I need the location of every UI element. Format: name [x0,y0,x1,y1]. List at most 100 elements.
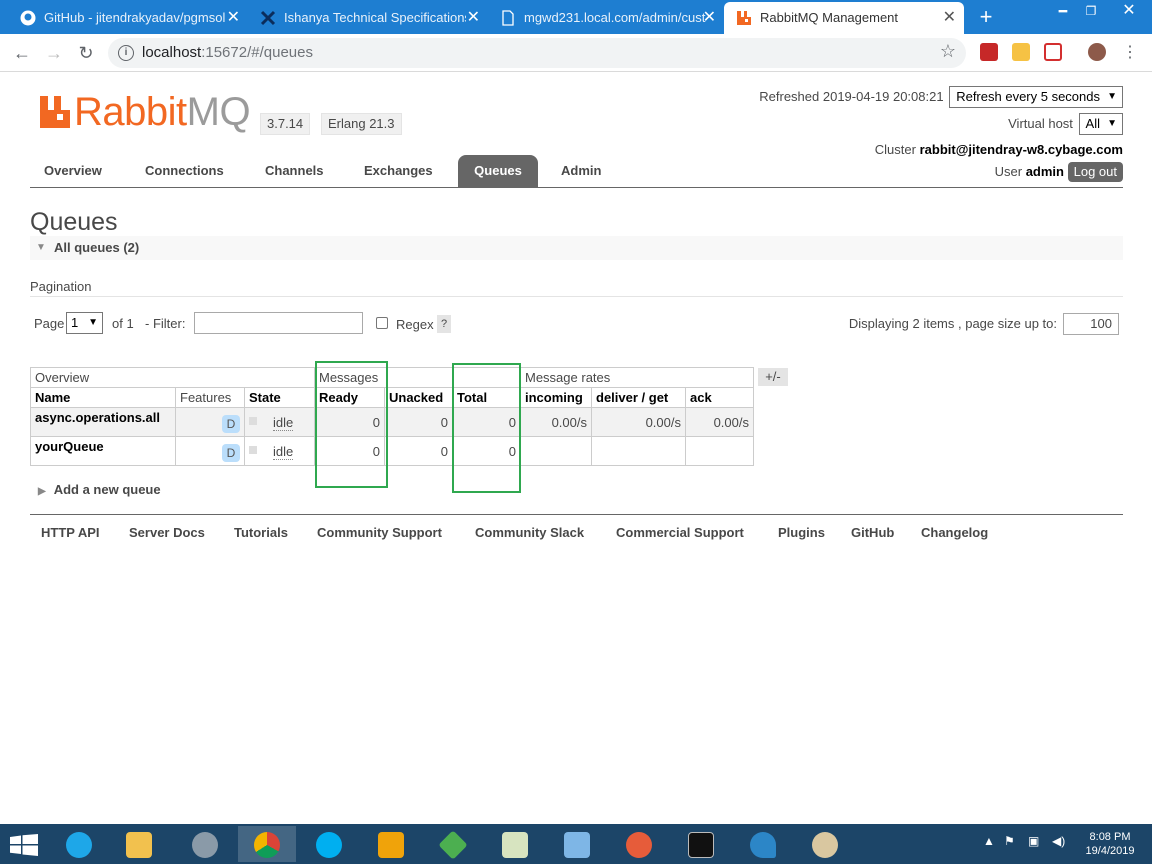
forward-icon[interactable]: → [42,41,66,65]
taskbar-settings[interactable] [176,826,234,862]
triangle-right-icon: ▶ [38,486,46,497]
footer-link-http-api[interactable]: HTTP API [41,525,100,540]
taskbar-tools[interactable] [610,826,668,862]
taskbar-virtualbox[interactable] [548,826,606,862]
footer-link-tutorials[interactable]: Tutorials [234,525,288,540]
profile-avatar[interactable] [1088,43,1106,61]
state-text: idle [273,443,294,460]
taskbar-notepad[interactable] [486,826,544,862]
footer-link-plugins[interactable]: Plugins [778,525,825,540]
network-icon[interactable]: ▣ [1028,834,1039,848]
address-bar[interactable]: i localhost:15672/#/queues ☆ [108,38,966,68]
close-icon[interactable]: ✕ [227,2,240,34]
rabbitmq-logo-icon [40,96,70,128]
taskbar-outlook[interactable] [362,826,420,862]
filter-label: - Filter: [145,316,186,331]
taskbar-skype[interactable] [300,826,358,862]
vhost-select[interactable]: All ▼ [1078,113,1123,135]
extension-icon[interactable] [980,43,998,61]
features-cell: D [175,436,245,466]
menu-dots-icon[interactable]: ⋮ [1118,41,1142,65]
vhost-label: Virtual host [1008,116,1073,131]
logout-button[interactable]: Log out [1067,162,1123,182]
pagination-row: Page 1 ▼ of 1 - Filter: Regex ? Displayin… [30,312,1123,336]
taskbar-chrome[interactable] [238,826,296,862]
tab-exchanges[interactable]: Exchanges [350,155,447,187]
extension-notes-icon[interactable] [1012,43,1030,61]
durable-badge: D [222,415,240,433]
reload-icon[interactable]: ↻ [74,41,98,65]
chevron-down-icon: ▼ [88,317,98,328]
col-ack[interactable]: ack [685,387,754,408]
taskbar-file-explorer[interactable] [110,826,168,862]
total-column-highlight [452,363,521,493]
page-select[interactable]: 1 ▼ [66,312,103,334]
gear-icon [192,832,218,858]
terminal-icon [688,832,714,858]
queues-table: Overview Messages Message rates Name Fea… [30,367,754,466]
windows-start-icon[interactable] [10,834,38,856]
close-icon[interactable]: ✕ [943,2,956,34]
tab-admin[interactable]: Admin [547,155,615,187]
extension-c-icon[interactable] [1044,43,1062,61]
taskbar-command-prompt[interactable] [672,826,730,862]
footer-link-server-docs[interactable]: Server Docs [129,525,205,540]
new-tab-button[interactable]: + [974,4,998,30]
page-icon [502,10,514,26]
taskbar-git[interactable] [424,826,482,862]
queue-name-link[interactable]: async.operations.all [30,407,176,437]
filter-input[interactable] [194,312,363,334]
col-deliver-get[interactable]: deliver / get [591,387,686,408]
paint-palette-icon [812,832,838,858]
all-queues-section-toggle[interactable]: ▼ All queues (2) [30,236,1123,260]
add-queue-toggle[interactable]: ▶ Add a new queue [38,482,161,497]
browser-tab-rabbitmq[interactable]: RabbitMQ Management ✕ [724,2,964,34]
col-unacked[interactable]: Unacked [384,387,453,408]
folder-icon [126,832,152,858]
info-icon[interactable]: i [118,45,134,61]
version-badge: 3.7.14 [260,113,311,135]
footer-link-community-slack[interactable]: Community Slack [475,525,584,540]
tab-queues[interactable]: Queues [458,155,538,187]
footer-link-commercial-support[interactable]: Commercial Support [616,525,744,540]
dolphin-icon [750,832,776,858]
refresh-select[interactable]: Refresh every 5 seconds ▼ [949,86,1123,108]
column-toggle-button[interactable]: +/- [758,368,788,386]
footer-link-github[interactable]: GitHub [851,525,894,540]
tab-channels[interactable]: Channels [251,155,338,187]
action-center-flag-icon[interactable]: ⚑ [1004,834,1015,848]
virtualbox-icon [564,832,590,858]
regex-help-button[interactable]: ? [437,315,451,333]
volume-icon[interactable]: ◀) [1052,834,1065,848]
chevron-up-icon[interactable]: ▲ [983,834,995,848]
taskbar-mysql[interactable] [734,826,792,862]
deliver-get-cell [591,436,686,466]
page-title: Queues [30,208,118,236]
jira-icon [260,10,276,26]
col-name[interactable]: Name [30,387,176,408]
taskbar-internet-explorer[interactable] [50,826,108,862]
taskbar-paint[interactable] [796,826,854,862]
close-icon[interactable]: ✕ [467,2,480,34]
col-incoming[interactable]: incoming [520,387,592,408]
browser-tab-mgwd[interactable]: mgwd231.local.com/admin/custo ✕ [488,2,724,34]
queue-name-link[interactable]: yourQueue [30,436,176,466]
page-size-input[interactable]: 100 [1063,313,1119,335]
git-icon [438,830,468,860]
back-icon[interactable]: ← [10,41,34,65]
col-state[interactable]: State [244,387,315,408]
clock-time: 8:08 PM [1089,831,1131,843]
bookmark-star-icon[interactable]: ☆ [940,41,956,62]
footer: HTTP API Server Docs Tutorials Community… [30,514,1123,544]
browser-tab-github[interactable]: GitHub - jitendrakyadav/pgmsolu ✕ [8,2,248,34]
regex-checkbox[interactable] [376,317,388,329]
tab-connections[interactable]: Connections [131,155,238,187]
browser-tab-ishanya[interactable]: Ishanya Technical Specifications ✕ [248,2,488,34]
footer-link-community-support[interactable]: Community Support [317,525,442,540]
footer-link-changelog[interactable]: Changelog [921,525,988,540]
window-close-icon[interactable]: ✕ [1106,0,1152,30]
tab-overview[interactable]: Overview [30,155,116,187]
taskbar-clock[interactable]: 8:08 PM 19/4/2019 [1076,830,1144,858]
state-cell: idle [244,436,315,466]
close-icon[interactable]: ✕ [703,2,716,34]
